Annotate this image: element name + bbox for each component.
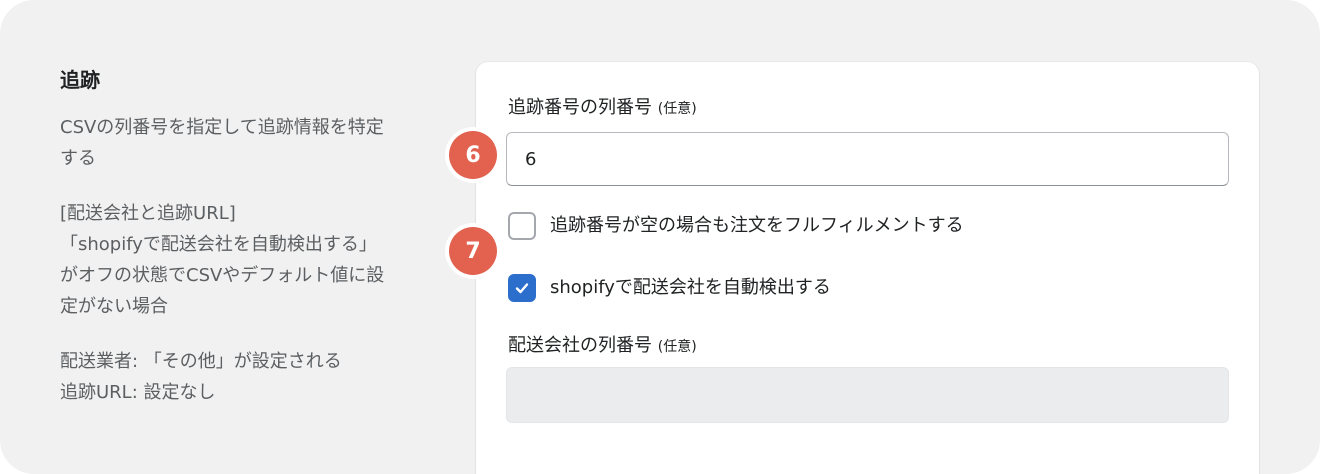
note-line: 定がない場合	[60, 296, 168, 317]
auto-detect-option[interactable]: shopifyで配送会社を自動検出する	[508, 274, 831, 302]
checkmark-icon	[515, 283, 529, 294]
description-line: CSVの列番号を指定して追跡情報を特定	[60, 117, 384, 138]
settings-card: 追跡番号の列番号 (任意) 追跡番号が空の場合も注文をフルフィルメントする sh…	[476, 62, 1259, 474]
note-line: がオフの状態でCSVやデフォルト値に設	[60, 265, 385, 286]
section-description-text: CSVの列番号を指定して追跡情報を特定 する	[60, 112, 460, 174]
tracking-column-label-text: 追跡番号の列番号	[508, 97, 652, 118]
carrier-column-input[interactable]	[506, 367, 1229, 423]
carrier-note: [配送会社と追跡URL] 「shopifyで配送会社を自動検出する」 がオフの状…	[60, 198, 460, 322]
screenshot-frame: 追跡 CSVの列番号を指定して追跡情報を特定 する [配送会社と追跡URL] 「…	[0, 0, 1320, 474]
auto-detect-label[interactable]: shopifyで配送会社を自動検出する	[550, 274, 831, 302]
tracking-column-input[interactable]	[506, 132, 1229, 186]
defaults-line: 配送業者: 「その他」が設定される	[60, 351, 342, 372]
auto-detect-checkbox[interactable]	[508, 274, 536, 302]
note-line: [配送会社と追跡URL]	[60, 203, 236, 224]
defaults-note: 配送業者: 「その他」が設定される 追跡URL: 設定なし	[60, 346, 460, 408]
section-title: 追跡	[60, 68, 100, 92]
description-line: する	[60, 148, 96, 169]
optional-hint: (任意)	[657, 339, 697, 355]
defaults-line: 追跡URL: 設定なし	[60, 382, 216, 403]
step-badge-6: 6	[449, 131, 497, 179]
step-badge-7: 7	[449, 227, 497, 275]
tracking-column-label: 追跡番号の列番号 (任意)	[508, 96, 697, 121]
optional-hint: (任意)	[657, 101, 697, 117]
note-line: 「shopifyで配送会社を自動検出する」	[60, 234, 377, 255]
fulfill-empty-checkbox[interactable]	[508, 212, 536, 240]
section-description: 追跡 CSVの列番号を指定して追跡情報を特定 する [配送会社と追跡URL] 「…	[60, 62, 460, 432]
carrier-column-label: 配送会社の列番号 (任意)	[508, 334, 697, 359]
fulfill-empty-option[interactable]: 追跡番号が空の場合も注文をフルフィルメントする	[508, 212, 964, 240]
fulfill-empty-label[interactable]: 追跡番号が空の場合も注文をフルフィルメントする	[550, 212, 964, 240]
carrier-column-label-text: 配送会社の列番号	[508, 335, 652, 356]
